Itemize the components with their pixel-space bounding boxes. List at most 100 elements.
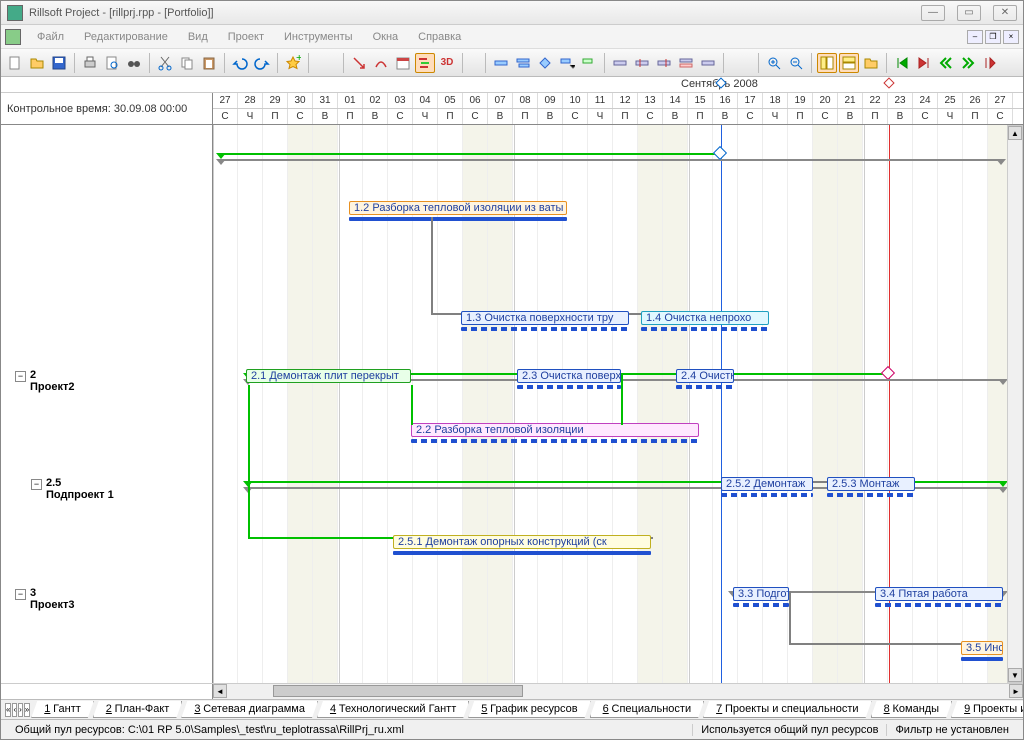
collapse-icon[interactable]: − bbox=[15, 371, 26, 382]
menu-windows[interactable]: Окна bbox=[365, 28, 407, 46]
task-3-4[interactable]: 3.4 Пятая работа bbox=[875, 587, 1003, 601]
folder-icon[interactable] bbox=[861, 53, 881, 73]
3d-icon[interactable]: 3D bbox=[437, 53, 457, 73]
mdi-close[interactable]: × bbox=[1003, 30, 1019, 44]
task-2-5-2[interactable]: 2.5.2 Демонтаж bbox=[721, 477, 813, 491]
menu-tools[interactable]: Инструменты bbox=[276, 28, 361, 46]
progress-3-3 bbox=[733, 603, 789, 607]
collapse-icon[interactable]: − bbox=[15, 589, 26, 600]
tab-nav-first-icon[interactable]: « bbox=[5, 703, 11, 717]
tree-project2[interactable]: − 2Проект2 bbox=[15, 369, 74, 393]
tab-resource-chart[interactable]: 5 График ресурсов bbox=[468, 701, 590, 718]
task-1-4[interactable]: 1.4 Очистка непрохо bbox=[641, 311, 769, 325]
tab-plan-fact[interactable]: 2 План-Факт bbox=[93, 701, 183, 718]
taskD-icon[interactable] bbox=[676, 53, 696, 73]
menu-file[interactable]: Файл bbox=[29, 28, 72, 46]
tab-specialties[interactable]: 6 Специальности bbox=[590, 701, 705, 718]
task-2-4[interactable]: 2.4 Очистк bbox=[676, 369, 734, 383]
tab-projects-teams[interactable]: 9 Проекты и коман bbox=[951, 701, 1023, 718]
mdi-restore[interactable]: ❐ bbox=[985, 30, 1001, 44]
task-3-5[interactable]: 3.5 Инс bbox=[961, 641, 1003, 655]
copy-icon[interactable] bbox=[177, 53, 197, 73]
new-icon[interactable] bbox=[5, 53, 25, 73]
progress-3-5 bbox=[961, 657, 1003, 661]
paste-icon[interactable] bbox=[199, 53, 219, 73]
tree-project3[interactable]: − 3Проект3 bbox=[15, 587, 74, 611]
link bbox=[651, 537, 653, 539]
tree-p2-name: Проект2 bbox=[30, 381, 74, 393]
task-2-1[interactable]: 2.1 Демонтаж плит перекрыт bbox=[246, 369, 411, 383]
undo-icon[interactable] bbox=[230, 53, 250, 73]
print-icon[interactable] bbox=[80, 53, 100, 73]
progress-2-3 bbox=[517, 385, 621, 389]
task-2-2[interactable]: 2.2 Разборка тепловой изоляции bbox=[411, 423, 699, 437]
calendar-icon[interactable] bbox=[393, 53, 413, 73]
shift-right-icon[interactable] bbox=[958, 53, 978, 73]
scroll-thumb[interactable] bbox=[273, 685, 523, 697]
open-icon[interactable] bbox=[27, 53, 47, 73]
menubar: Файл Редактирование Вид Проект Инструмен… bbox=[1, 25, 1023, 49]
link bbox=[621, 373, 676, 375]
task-add-icon[interactable] bbox=[491, 53, 511, 73]
menu-view[interactable]: Вид bbox=[180, 28, 216, 46]
tab-nav-last-icon[interactable]: » bbox=[24, 703, 30, 717]
dropdown2-icon[interactable] bbox=[579, 53, 599, 73]
zoom-in-icon[interactable] bbox=[764, 53, 784, 73]
task-1-3[interactable]: 1.3 Очистка поверхности тру bbox=[461, 311, 629, 325]
task-sub-icon[interactable] bbox=[513, 53, 533, 73]
save-icon[interactable] bbox=[49, 53, 69, 73]
tab-projects-specialties[interactable]: 7 Проекты и специальности bbox=[703, 701, 871, 718]
menu-edit[interactable]: Редактирование bbox=[76, 28, 176, 46]
add-icon[interactable]: + bbox=[283, 53, 303, 73]
task-2-5-1[interactable]: 2.5.1 Демонтаж опорных конструкций (ск bbox=[393, 535, 651, 549]
menu-help[interactable]: Справка bbox=[410, 28, 469, 46]
close-button[interactable]: ✕ bbox=[993, 5, 1017, 21]
scroll-down-icon[interactable]: ▼ bbox=[1008, 668, 1022, 682]
shift-left-icon[interactable] bbox=[936, 53, 956, 73]
tab-nav-next-icon[interactable]: › bbox=[18, 703, 23, 717]
task-2-5-3[interactable]: 2.5.3 Монтаж bbox=[827, 477, 915, 491]
cut-icon[interactable] bbox=[155, 53, 175, 73]
taskB-icon[interactable] bbox=[632, 53, 652, 73]
link-down-icon[interactable] bbox=[349, 53, 369, 73]
tab-gantt[interactable]: 1 Гантт bbox=[31, 701, 94, 718]
dropdown1-icon[interactable] bbox=[557, 53, 577, 73]
tab-teams[interactable]: 8 Команды bbox=[871, 701, 953, 718]
redo-icon[interactable] bbox=[252, 53, 272, 73]
task-2-3[interactable]: 2.3 Очистка поверх bbox=[517, 369, 621, 383]
task-3-3[interactable]: 3.3 Подгот bbox=[733, 587, 789, 601]
progress-2-5-1 bbox=[393, 551, 651, 555]
zoom-out-icon[interactable] bbox=[786, 53, 806, 73]
statusbar: Общий пул ресурсов: C:\01 RP 5.0\Samples… bbox=[1, 719, 1023, 739]
preview-icon[interactable] bbox=[102, 53, 122, 73]
taskC-icon[interactable] bbox=[654, 53, 674, 73]
taskA-icon[interactable] bbox=[610, 53, 630, 73]
goto-now-icon[interactable] bbox=[980, 53, 1000, 73]
gantt-chart[interactable]: 1.2 Разборка тепловой изоляции из ваты м… bbox=[213, 125, 1023, 683]
scroll-left-icon[interactable]: ◄ bbox=[213, 684, 227, 698]
tab-nav-prev-icon[interactable]: ‹ bbox=[12, 703, 17, 717]
maximize-button[interactable]: ▭ bbox=[957, 5, 981, 21]
link-curve-icon[interactable] bbox=[371, 53, 391, 73]
gantt-toggle-icon[interactable] bbox=[415, 53, 435, 73]
scroll-right-icon[interactable]: ► bbox=[1009, 684, 1023, 698]
menu-project[interactable]: Проект bbox=[220, 28, 272, 46]
taskE-icon[interactable] bbox=[698, 53, 718, 73]
mdi-minimize[interactable]: – bbox=[967, 30, 983, 44]
panelA-icon[interactable] bbox=[817, 53, 837, 73]
tab-network[interactable]: 3 Сетевая диаграмма bbox=[181, 701, 318, 718]
collapse-icon[interactable]: − bbox=[31, 479, 42, 490]
goto-start-icon[interactable] bbox=[892, 53, 912, 73]
panelB-icon[interactable] bbox=[839, 53, 859, 73]
horizontal-scrollbar[interactable]: ◄ ► bbox=[213, 684, 1023, 699]
goto-end-icon[interactable] bbox=[914, 53, 934, 73]
binoculars-icon[interactable] bbox=[124, 53, 144, 73]
minimize-button[interactable]: — bbox=[921, 5, 945, 21]
menu-icon bbox=[5, 29, 21, 45]
task-1-2[interactable]: 1.2 Разборка тепловой изоляции из ваты м… bbox=[349, 201, 567, 215]
tab-tech-gantt[interactable]: 4 Технологический Гантт bbox=[317, 701, 469, 718]
milestone-icon[interactable] bbox=[535, 53, 555, 73]
tree-subproject[interactable]: − 2.5Подпроект 1 bbox=[31, 477, 114, 501]
vertical-scrollbar[interactable]: ▲ ▼ bbox=[1007, 125, 1023, 683]
scroll-up-icon[interactable]: ▲ bbox=[1008, 126, 1022, 140]
